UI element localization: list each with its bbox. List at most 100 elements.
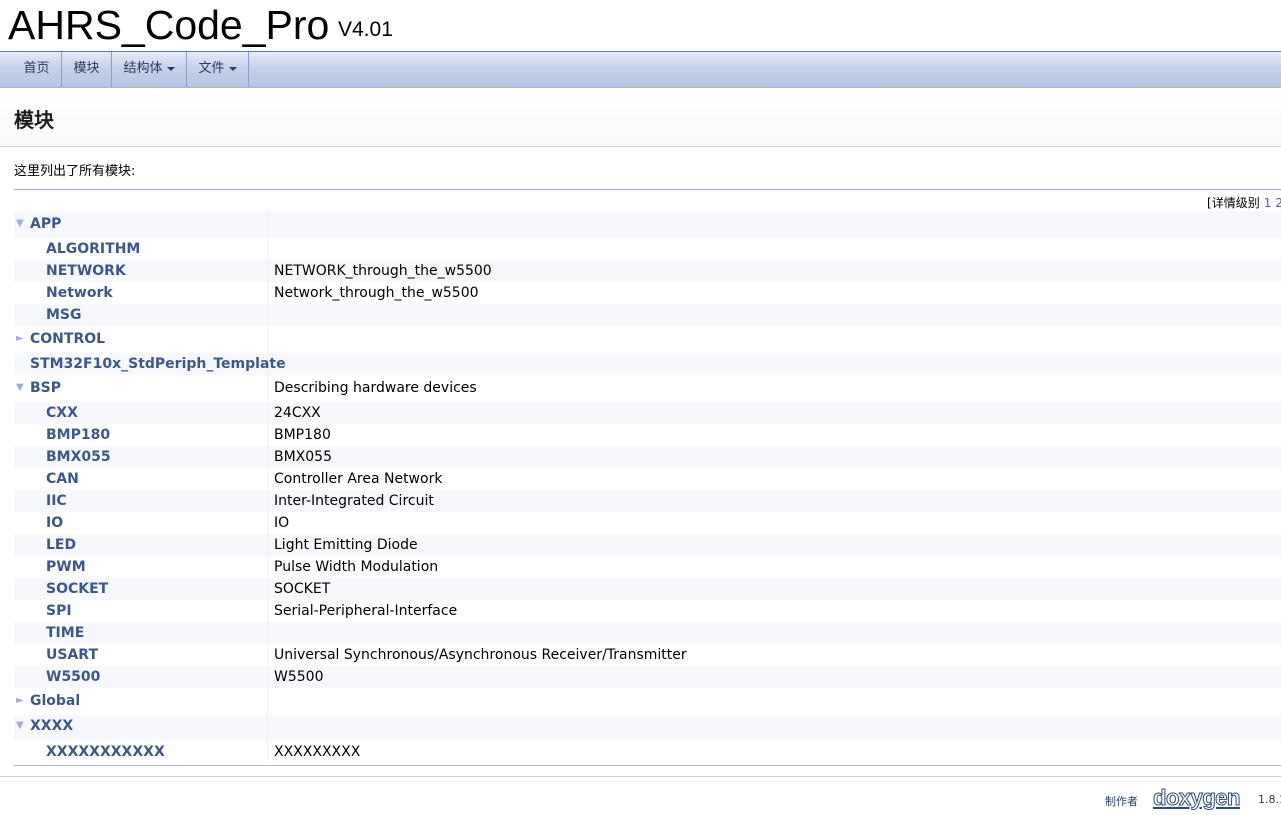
intro-text: 这里列出了所有模块: <box>14 164 136 179</box>
module-link[interactable]: LED <box>46 537 76 553</box>
column-divider <box>267 512 268 534</box>
module-link[interactable]: SOCKET <box>46 581 108 597</box>
table-row: SPI Serial-Peripheral-Interface <box>14 600 1281 622</box>
nav-files-label: 文件 <box>198 61 225 76</box>
column-divider <box>267 556 268 578</box>
table-row: LED Light Emitting Diode <box>14 534 1281 556</box>
table-row: USART Universal Synchronous/Asynchronous … <box>14 644 1281 666</box>
table-row: ► CONTROL <box>14 326 1281 353</box>
chevron-down-icon <box>228 66 237 71</box>
module-link[interactable]: STM32F10x_StdPeriph_Template <box>30 356 286 372</box>
expanded-arrow-icon[interactable]: ▼ <box>16 382 24 393</box>
page-header <box>0 88 1281 147</box>
module-link[interactable]: MSG <box>46 307 82 323</box>
module-link[interactable]: CAN <box>46 471 79 487</box>
table-row: XXXXXXXXXXX XXXXXXXXX <box>14 741 1281 763</box>
expanded-arrow-icon[interactable]: ▼ <box>16 218 24 229</box>
table-row: ► Global <box>14 688 1281 715</box>
table-row: ▼ BSP Describing hardware devices <box>14 375 1281 402</box>
doxygen-logo[interactable]: doxygen <box>1153 785 1241 811</box>
column-divider <box>267 715 268 741</box>
module-link[interactable]: APP <box>30 216 61 232</box>
footer-divider <box>0 776 1281 777</box>
module-link[interactable]: IO <box>46 515 63 531</box>
navbar: 首页 模块 结构体 文件 <box>0 52 1281 88</box>
module-link[interactable]: BSP <box>30 380 61 396</box>
table-row: NETWORK NETWORK_through_the_w5500 <box>14 260 1281 282</box>
doxygen-version: 1.8.1 <box>1258 793 1281 806</box>
expanded-arrow-icon[interactable]: ▼ <box>16 720 24 731</box>
level-2-link[interactable]: 2 <box>1275 196 1281 210</box>
module-link[interactable]: XXXX <box>30 718 73 734</box>
column-divider <box>267 622 268 644</box>
module-link[interactable]: XXXXXXXXXXX <box>46 744 165 760</box>
module-description: Pulse Width Modulation <box>274 559 439 575</box>
module-description: Universal Synchronous/Asynchronous Recei… <box>274 647 687 663</box>
module-link[interactable]: Global <box>30 693 80 709</box>
divider <box>14 189 1281 190</box>
table-row: BMX055 BMX055 <box>14 446 1281 468</box>
collapsed-arrow-icon[interactable]: ► <box>16 333 24 344</box>
module-link[interactable]: IIC <box>46 493 67 509</box>
column-divider <box>267 326 268 353</box>
module-link[interactable]: CONTROL <box>30 331 105 347</box>
module-description: XXXXXXXXX <box>274 744 361 760</box>
footer-generated-by: 制作者 <box>1105 795 1138 808</box>
table-row: Network Network_through_the_w5500 <box>14 282 1281 304</box>
column-divider <box>267 238 268 260</box>
module-link[interactable]: SPI <box>46 603 72 619</box>
column-divider <box>267 644 268 666</box>
detail-levels-label: [详情级别 <box>1207 196 1260 210</box>
column-divider <box>267 578 268 600</box>
chevron-down-icon <box>166 66 175 71</box>
module-description: IO <box>274 515 290 531</box>
module-description: Light Emitting Diode <box>274 537 418 553</box>
column-divider <box>267 688 268 715</box>
module-description: Inter-Integrated Circuit <box>274 493 434 509</box>
table-row: BMP180 BMP180 <box>14 424 1281 446</box>
table-row: ▼ APP <box>14 211 1281 238</box>
module-link[interactable]: CXX <box>46 405 78 421</box>
title-area: AHRS_Code_Pro V4.01 <box>0 0 1281 52</box>
module-description: BMP180 <box>274 427 331 443</box>
module-link[interactable]: USART <box>46 647 98 663</box>
nav-modules[interactable]: 模块 <box>62 52 112 87</box>
column-divider <box>267 600 268 622</box>
table-row: MSG <box>14 304 1281 326</box>
table-row: IO IO <box>14 512 1281 534</box>
module-link[interactable]: BMX055 <box>46 449 111 465</box>
collapsed-arrow-icon[interactable]: ► <box>16 695 24 706</box>
module-link[interactable]: BMP180 <box>46 427 110 443</box>
column-divider <box>267 402 268 424</box>
column-divider <box>267 468 268 490</box>
module-description: Describing hardware devices <box>274 380 477 396</box>
column-divider <box>267 490 268 512</box>
nav-home[interactable]: 首页 <box>12 52 62 87</box>
table-row: STM32F10x_StdPeriph_Template <box>14 353 1281 375</box>
divider <box>14 765 1281 766</box>
column-divider <box>267 211 268 238</box>
module-link[interactable]: ALGORITHM <box>46 241 140 257</box>
column-divider <box>267 304 268 326</box>
module-link[interactable]: W5500 <box>46 669 100 685</box>
nav-files[interactable]: 文件 <box>187 52 249 87</box>
column-divider <box>267 741 268 763</box>
level-1-link[interactable]: 1 <box>1264 196 1272 210</box>
module-link[interactable]: TIME <box>46 625 84 641</box>
table-row: ▼ XXXX <box>14 715 1281 741</box>
module-link[interactable]: NETWORK <box>46 263 126 279</box>
table-row: SOCKET SOCKET <box>14 578 1281 600</box>
module-link[interactable]: PWM <box>46 559 86 575</box>
module-description: Controller Area Network <box>274 471 443 487</box>
table-row: CAN Controller Area Network <box>14 468 1281 490</box>
column-divider <box>267 375 268 402</box>
module-description: W5500 <box>274 669 324 685</box>
column-divider <box>267 666 268 688</box>
nav-structs[interactable]: 结构体 <box>112 52 187 87</box>
project-name: AHRS_Code_Pro <box>8 2 330 48</box>
column-divider <box>267 534 268 556</box>
module-link[interactable]: Network <box>46 285 113 301</box>
project-number: V4.01 <box>338 18 393 41</box>
module-description: NETWORK_through_the_w5500 <box>274 263 492 279</box>
nav-home-label: 首页 <box>23 61 50 76</box>
